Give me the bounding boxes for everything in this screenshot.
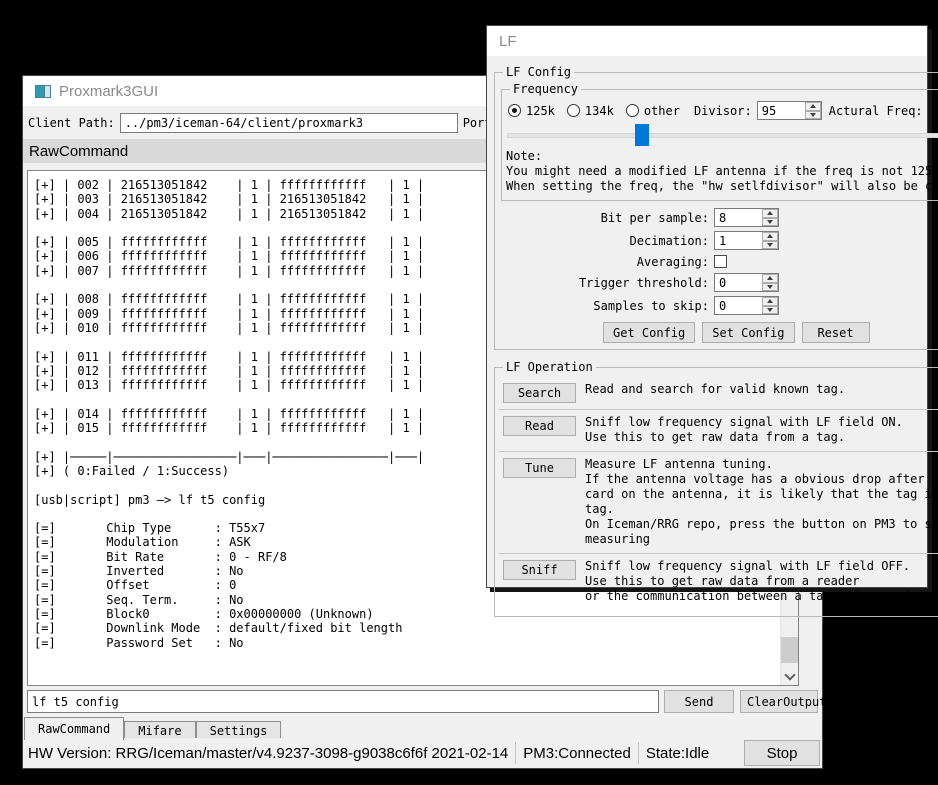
samples-to-skip-spinbox[interactable]: 0 — [714, 296, 779, 315]
spin-down-icon[interactable] — [762, 241, 778, 250]
spin-up-icon[interactable] — [762, 297, 778, 306]
sniff-button[interactable]: Sniff — [503, 560, 576, 580]
trigger-threshold-value: 0 — [715, 274, 762, 291]
tune-operation-row: Tune Measure LF antenna tuning. If the a… — [499, 451, 938, 553]
main-window-title: Proxmark3GUI — [59, 83, 158, 100]
radio-134k[interactable]: 134k — [567, 104, 614, 118]
get-config-button[interactable]: Get Config — [603, 322, 695, 343]
lf-operation-group: LF Operation Search Read and search for … — [494, 360, 938, 617]
client-path-label: Client Path: — [28, 116, 115, 130]
spin-down-icon[interactable] — [762, 283, 778, 292]
radio-125k[interactable]: 125k — [508, 104, 555, 118]
radio-dot-icon — [508, 104, 521, 117]
divisor-value: 95 — [758, 102, 805, 119]
decimation-row: Decimation: 1 — [577, 231, 938, 250]
tab-label: RawCommand — [38, 722, 110, 736]
lf-config-group: LF Config Frequency 125k 134k other — [494, 65, 938, 350]
status-bar: HW Version: RRG/Iceman/master/v4.9237-30… — [23, 738, 822, 768]
freq-slider[interactable] — [507, 123, 938, 148]
bit-per-sample-spinbox[interactable]: 8 — [714, 208, 779, 227]
spin-up-icon[interactable] — [762, 274, 778, 283]
command-input[interactable] — [27, 690, 659, 713]
state-text: State:Idle — [646, 745, 709, 762]
lf-config-legend: LF Config — [503, 65, 574, 79]
frequency-group: Frequency 125k 134k other Divisor: — [501, 82, 938, 201]
scrollbar-thumb[interactable] — [781, 637, 798, 663]
frequency-legend: Frequency — [510, 82, 581, 96]
bit-per-sample-label: Bit per sample: — [577, 211, 709, 225]
actual-freq-text: Actural Freq: 125.000kHz — [829, 104, 938, 118]
note-text: Note: You might need a modified LF anten… — [506, 149, 938, 194]
tab-rawcommand[interactable]: RawCommand — [24, 717, 124, 740]
slider-groove — [507, 133, 938, 138]
samples-to-skip-label: Samples to skip: — [577, 299, 709, 313]
tune-description: Measure LF antenna tuning. If the antenn… — [585, 457, 938, 547]
stop-button[interactable]: Stop — [744, 740, 820, 766]
scroll-down-icon[interactable] — [781, 668, 798, 685]
hw-version-text: HW Version: RRG/Iceman/master/v4.9237-30… — [28, 745, 508, 762]
divisor-label: Divisor: — [694, 104, 752, 118]
lf-dialog: LF LF Config Frequency 125k 134k — [486, 25, 928, 588]
radio-other[interactable]: other — [626, 104, 680, 118]
spin-down-icon[interactable] — [805, 111, 821, 120]
pm3-status-text: PM3:Connected — [523, 745, 631, 762]
radio-dot-icon — [626, 104, 639, 117]
search-description: Read and search for valid known tag. — [585, 382, 845, 403]
send-button[interactable]: Send — [664, 690, 734, 713]
search-operation-row: Search Read and search for valid known t… — [499, 377, 938, 409]
lf-dialog-body: LF Config Frequency 125k 134k other — [487, 56, 927, 587]
averaging-checkbox[interactable] — [714, 255, 727, 268]
tab-label: Settings — [210, 724, 268, 738]
frequency-radio-row: 125k 134k other Divisor: 95 — [506, 99, 938, 120]
decimation-spinbox[interactable]: 1 — [714, 231, 779, 250]
trigger-threshold-label: Trigger threshold: — [577, 276, 709, 290]
samples-to-skip-row: Samples to skip: 0 — [577, 296, 938, 315]
tune-button[interactable]: Tune — [503, 458, 576, 478]
spin-down-icon[interactable] — [762, 306, 778, 315]
app-icon — [35, 85, 51, 98]
status-separator — [638, 742, 639, 764]
freq-slider-handle[interactable] — [635, 124, 649, 146]
spin-up-icon[interactable] — [762, 232, 778, 241]
clearoutput-button[interactable]: ClearOutput — [740, 690, 818, 713]
read-description: Sniff low frequency signal with LF field… — [585, 415, 903, 445]
sniff-description: Sniff low frequency signal with LF field… — [585, 559, 932, 604]
samples-to-skip-value: 0 — [715, 297, 762, 314]
averaging-row: Averaging: — [577, 254, 938, 269]
trigger-threshold-spinbox[interactable]: 0 — [714, 273, 779, 292]
bit-per-sample-value: 8 — [715, 209, 762, 226]
spin-down-icon[interactable] — [762, 218, 778, 227]
radio-134k-label: 134k — [585, 104, 614, 118]
bottom-tabbar: RawCommand Mifare Settings — [24, 717, 281, 740]
sniff-operation-row: Sniff Sniff low frequency signal with LF… — [499, 553, 938, 610]
config-buttons-row: Get Config Set Config Reset — [603, 322, 938, 343]
spin-up-icon[interactable] — [805, 102, 821, 111]
set-config-button[interactable]: Set Config — [702, 322, 794, 343]
client-path-input[interactable] — [120, 113, 458, 133]
decimation-value: 1 — [715, 232, 762, 249]
reset-button[interactable]: Reset — [802, 322, 870, 343]
averaging-label: Averaging: — [577, 255, 709, 269]
bit-per-sample-row: Bit per sample: 8 — [577, 208, 938, 227]
spin-up-icon[interactable] — [762, 209, 778, 218]
lf-dialog-titlebar[interactable]: LF — [487, 26, 927, 56]
tab-label: Mifare — [138, 724, 181, 738]
decimation-label: Decimation: — [577, 234, 709, 248]
read-operation-row: Read Sniff low frequency signal with LF … — [499, 409, 938, 451]
radio-125k-label: 125k — [526, 104, 555, 118]
lf-dialog-title: LF — [499, 33, 517, 50]
radio-dot-icon — [567, 104, 580, 117]
radio-other-label: other — [644, 104, 680, 118]
divisor-spinbox[interactable]: 95 — [757, 101, 822, 120]
lf-operation-legend: LF Operation — [503, 360, 596, 374]
read-button[interactable]: Read — [503, 416, 576, 436]
search-button[interactable]: Search — [503, 383, 576, 403]
trigger-threshold-row: Trigger threshold: 0 — [577, 273, 938, 292]
lf-settings: Bit per sample: 8 Decimation: 1 — [577, 208, 938, 315]
status-separator — [515, 742, 516, 764]
